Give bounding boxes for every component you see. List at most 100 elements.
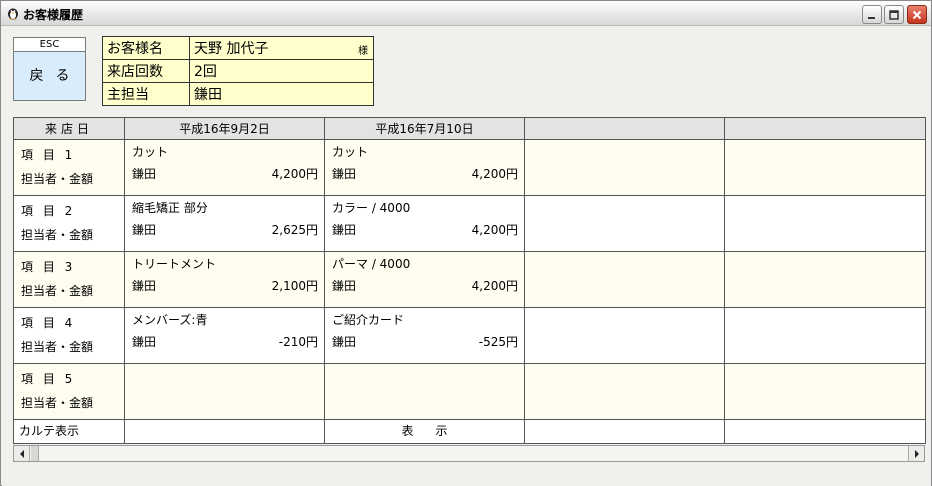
service-cell[interactable] <box>724 307 926 364</box>
service-cell[interactable] <box>524 307 725 364</box>
service-cell[interactable]: パーマ / 4000 鎌田 4,200円 <box>324 251 525 308</box>
service-name <box>125 364 324 387</box>
service-cell[interactable] <box>524 195 725 252</box>
history-grid: 来店日 平成16年9月2日 平成16年7月10日 項 目 1 担当者・金額 カット鎌… <box>13 117 926 444</box>
item-row-header: 項 目 4 担当者・金額 <box>13 307 125 364</box>
staff-amount-label: 担当者・金額 <box>21 340 94 354</box>
penguin-icon <box>8 8 18 20</box>
item-row: 項 目 1 担当者・金額 カット鎌田 4,200円 カット鎌田 4,200円 <box>13 139 926 196</box>
close-icon <box>912 10 922 19</box>
service-amount: -525円 <box>478 335 518 349</box>
service-cell[interactable] <box>724 139 926 196</box>
service-name: 縮毛矯正 部分 <box>132 201 208 215</box>
visit-date-column[interactable] <box>524 117 725 140</box>
service-cell[interactable] <box>724 363 926 420</box>
service-amount: 4,200円 <box>471 223 518 237</box>
item-row: 項 目 5 担当者・金額 <box>13 363 926 420</box>
arrow-right-icon <box>914 449 919 458</box>
item-row-header: 項 目 5 担当者・金額 <box>13 363 125 420</box>
customer-name-value: 天野 加代子 <box>194 41 269 57</box>
window-title: お客様履歴 <box>23 8 84 22</box>
chart-display-cell[interactable] <box>124 419 325 444</box>
item-row: 項 目 3 担当者・金額 トリートメント 鎌田 2,100円 パーマ / 4000 鎌田 4,… <box>13 251 926 308</box>
item-label: 項 目 2 <box>21 204 76 218</box>
service-cell[interactable] <box>724 251 926 308</box>
item-label: 項 目 5 <box>21 372 76 386</box>
service-amount: 2,100円 <box>271 279 318 293</box>
service-cell[interactable]: ご紹介カード 鎌田 -525円 <box>324 307 525 364</box>
service-amount: 4,200円 <box>271 167 318 181</box>
service-cell[interactable]: カラー / 4000 鎌田 4,200円 <box>324 195 525 252</box>
customer-info-table: お客様名 天野 加代子 様 来店回数 2回 主担当 鎌田 <box>102 36 374 106</box>
maximize-button[interactable] <box>884 5 904 24</box>
staff-amount-label: 担当者・金額 <box>21 284 94 298</box>
item-label: 項 目 1 <box>21 148 76 162</box>
service-amount: 2,625円 <box>271 223 318 237</box>
visit-date-column[interactable]: 平成16年7月10日 <box>324 117 525 140</box>
customer-name-label: お客様名 <box>102 36 190 60</box>
minimize-button[interactable] <box>862 5 882 24</box>
staff-amount-label: 担当者・金額 <box>21 172 94 186</box>
visit-date-column[interactable]: 平成16年9月2日 <box>124 117 325 140</box>
service-cell[interactable] <box>524 251 725 308</box>
service-cell[interactable]: メンバーズ:青 鎌田 -210円 <box>124 307 325 364</box>
service-cell[interactable] <box>724 195 926 252</box>
item-label: 項 目 3 <box>21 260 76 274</box>
esc-key-label: ESC <box>14 38 85 52</box>
horizontal-scrollbar[interactable] <box>13 445 925 462</box>
service-amount: 4,200円 <box>471 167 518 181</box>
title-bar[interactable]: お客様履歴 <box>1 1 931 26</box>
main-staff-value: 鎌田 <box>189 82 374 106</box>
scroll-right-button[interactable] <box>908 446 924 461</box>
service-name: トリートメント <box>132 257 217 271</box>
service-staff: 鎌田 <box>332 335 357 349</box>
service-staff: 鎌田 <box>132 223 157 237</box>
chart-display-label: カルテ表示 <box>13 419 125 444</box>
service-staff: 鎌田 <box>132 279 157 293</box>
service-staff: 鎌田 <box>132 167 157 181</box>
scrollbar-thumb[interactable] <box>31 446 39 461</box>
minimize-icon <box>868 16 875 19</box>
visit-count-label: 来店回数 <box>102 59 190 83</box>
service-name: カット <box>332 145 369 159</box>
item-label: 項 目 4 <box>21 316 76 330</box>
item-row-header: 項 目 2 担当者・金額 <box>13 195 125 252</box>
service-cell[interactable] <box>124 363 325 420</box>
service-name: カラー / 4000 <box>332 201 411 215</box>
chart-display-cell[interactable] <box>724 419 926 444</box>
visit-date-column[interactable] <box>724 117 926 140</box>
chart-display-cell[interactable] <box>524 419 725 444</box>
customer-name-suffix: 様 <box>358 46 368 57</box>
main-staff-label: 主担当 <box>102 82 190 106</box>
service-cell[interactable]: トリートメント 鎌田 2,100円 <box>124 251 325 308</box>
item-row: 項 目 2 担当者・金額 縮毛矯正 部分 鎌田 2,625円 カラー / 4000 鎌田 4,… <box>13 195 926 252</box>
service-cell[interactable] <box>524 139 725 196</box>
service-staff: 鎌田 <box>332 167 357 181</box>
close-button[interactable] <box>907 5 927 24</box>
item-row: 項 目 4 担当者・金額 メンバーズ:青 鎌田 -210円 ご紹介カード 鎌田 -525円 <box>13 307 926 364</box>
customer-history-window: お客様履歴 ESC 戻る お客様名 天野 加代子 様 来店回数 2回 主担当 鎌… <box>0 0 932 486</box>
service-name: ご紹介カード <box>332 313 405 327</box>
service-cell[interactable] <box>324 363 525 420</box>
service-amount: 4,200円 <box>471 279 518 293</box>
service-amount: -210円 <box>278 335 318 349</box>
visit-date-header: 来店日 <box>13 117 125 140</box>
scroll-left-button[interactable] <box>14 446 30 461</box>
staff-amount-label: 担当者・金額 <box>21 228 94 242</box>
back-button[interactable]: 戻る <box>14 53 85 100</box>
service-cell[interactable]: 縮毛矯正 部分 鎌田 2,625円 <box>124 195 325 252</box>
service-cell[interactable]: カット 鎌田 4,200円 <box>124 139 325 196</box>
chart-display-button[interactable]: 表示 <box>324 419 525 444</box>
back-button-group[interactable]: ESC 戻る <box>13 37 86 101</box>
service-name: メンバーズ:青 <box>132 313 208 327</box>
service-name: パーマ / 4000 <box>332 257 411 271</box>
service-cell[interactable] <box>524 363 725 420</box>
maximize-icon <box>889 9 899 20</box>
item-row-header: 項 目 1 担当者・金額 <box>13 139 125 196</box>
customer-name-cell: 天野 加代子 様 <box>189 36 374 60</box>
service-cell[interactable]: カット鎌田 4,200円 <box>324 139 525 196</box>
staff-amount-label: 担当者・金額 <box>21 396 94 410</box>
client-area: ESC 戻る お客様名 天野 加代子 様 来店回数 2回 主担当 鎌田 来店日 … <box>2 27 931 486</box>
service-name <box>325 364 524 387</box>
service-staff: 鎌田 <box>132 335 157 349</box>
